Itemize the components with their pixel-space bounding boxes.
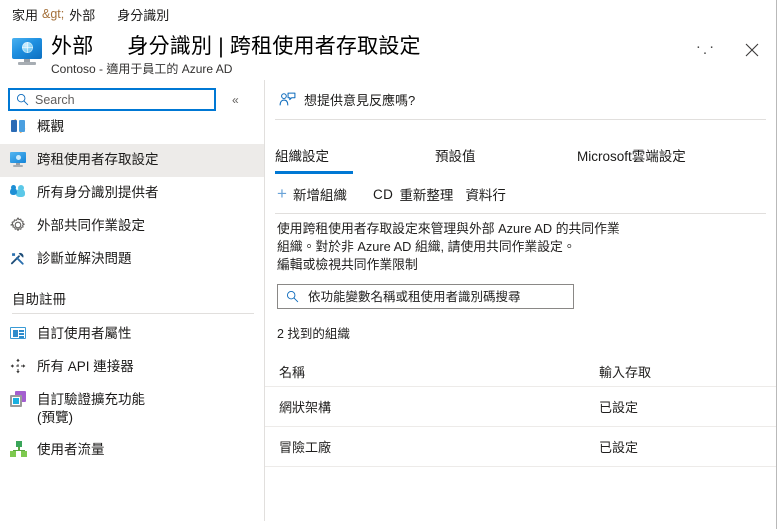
sidebar-item-cross-tenant-access-settings[interactable]: 跨租使用者存取設定: [0, 144, 264, 177]
search-icon: [286, 290, 299, 303]
breadcrumb: 家用 &gt; 外部 身分識別: [0, 0, 776, 28]
sidebar-item-label: 自訂驗證擴充功能 (預覽): [37, 392, 145, 425]
monitor-icon: [10, 151, 27, 168]
tools-icon: [10, 250, 27, 267]
tab-label: Microsoft雲端設定: [577, 149, 686, 164]
add-organization-button[interactable]: + 新增組織: [277, 184, 347, 204]
feedback-icon: [279, 92, 296, 106]
azure-portal-blade: 家用 &gt; 外部 身分識別 外部 身分識別 | 跨租使用者存取設定 Conto…: [0, 0, 777, 529]
description-text: 使用跨租使用者存取設定來管理與外部 Azure AD 的共同作業 組織。對於非 …: [265, 214, 776, 274]
columns-button[interactable]: 資料行: [465, 184, 506, 204]
tree-icon: [10, 441, 27, 458]
sidebar-section-divider: [12, 313, 254, 314]
tab-label: 組織設定: [275, 149, 329, 164]
add-organization-label: 新增組織: [292, 188, 347, 203]
page-title-prefix: 外部: [51, 35, 94, 58]
close-icon: [745, 43, 759, 57]
close-button[interactable]: [738, 36, 766, 64]
page-title-main: 身分識別 | 跨租使用者存取設定: [127, 35, 421, 58]
plus-icon: +: [277, 184, 287, 203]
main-content: 想提供意見反應嗎? 組織設定 預設值 Microsoft雲端設定 + 新增組織 …: [265, 80, 776, 521]
sidebar-item-label: 外部共同作業設定: [37, 218, 145, 233]
sidebar-item-custom-user-attributes[interactable]: 自訂使用者屬性: [0, 318, 264, 351]
organization-filter-input[interactable]: [308, 289, 565, 304]
layers-icon: [10, 391, 27, 408]
people-icon: [10, 184, 27, 201]
gear-icon: [10, 217, 27, 234]
description-line-1: 使用跨租使用者存取設定來管理與外部 Azure AD 的共同作業: [277, 221, 620, 236]
overview-icon: [10, 118, 27, 135]
organizations-table: 名稱 輸入存取 網狀架構 已設定 冒險工廠 已設定: [265, 356, 776, 467]
blade-header-actions: · · ·: [692, 36, 766, 64]
cell-organization-name: 冒險工廠: [279, 440, 332, 455]
command-bar: + 新增組織 CD 重新整理 資料行: [265, 174, 776, 213]
sidebar-section-self-service-signup: 自助註冊: [12, 292, 66, 307]
sidebar-item-label: 概觀: [37, 119, 64, 134]
tab-active-underline: [275, 171, 353, 174]
search-icon: [16, 93, 29, 106]
filter-row: [265, 274, 776, 309]
sidebar-search-row: «: [0, 84, 264, 111]
breadcrumb-home[interactable]: 家用: [12, 5, 38, 24]
sidebar-item-external-collaboration-settings[interactable]: 外部共同作業設定: [0, 210, 264, 243]
sidebar-item-overview[interactable]: 概觀: [0, 111, 264, 144]
refresh-label: 重新整理: [399, 188, 454, 203]
move-icon: [10, 358, 27, 375]
sidebar-item-custom-authentication-extensions[interactable]: 自訂驗證擴充功能 (預覽): [0, 384, 264, 434]
column-header-inbound-access[interactable]: 輸入存取: [597, 356, 776, 387]
sidebar-item-label: 自訂使用者屬性: [37, 326, 132, 341]
page-subtitle: Contoso - 適用于員工的 Azure AD: [51, 62, 233, 76]
sidebar-item-user-flows[interactable]: 使用者流量: [0, 434, 264, 467]
blade-body: « 概觀 跨租使用者存取設定 所有身分識別提供: [0, 80, 776, 521]
refresh-button[interactable]: CD 重新整理: [373, 184, 454, 204]
table-body: 網狀架構 已設定 冒險工廠 已設定: [265, 386, 776, 467]
breadcrumb-separator: &gt;: [42, 7, 65, 21]
cell-inbound-access: 已設定: [599, 440, 639, 455]
tab-microsoft-cloud-settings[interactable]: Microsoft雲端設定: [577, 145, 686, 174]
tab-organization-settings[interactable]: 組織設定: [275, 145, 435, 174]
external-identities-monitor-icon: [12, 36, 42, 66]
tab-list: 組織設定 預設值 Microsoft雲端設定: [265, 120, 776, 174]
column-header-name[interactable]: 名稱: [265, 356, 597, 387]
cell-inbound-access: 已設定: [599, 400, 639, 415]
sidebar-item-all-identity-providers[interactable]: 所有身分識別提供者: [0, 177, 264, 210]
tab-label: 預設值: [435, 149, 476, 164]
cell-organization-name: 網狀架構: [279, 400, 332, 415]
id-card-icon: [10, 325, 27, 342]
collapse-sidebar-button[interactable]: «: [228, 92, 243, 108]
sidebar-item-label: 診斷並解決問題: [37, 251, 132, 266]
page-title: 外部 身分識別 | 跨租使用者存取設定: [51, 33, 421, 60]
blade-title-group: 外部 身分識別 | 跨租使用者存取設定 Contoso - 適用于員工的 Azur…: [51, 32, 421, 77]
sidebar: « 概觀 跨租使用者存取設定 所有身分識別提供: [0, 80, 265, 521]
refresh-icon: CD: [372, 186, 394, 202]
sidebar-item-label: 所有 API 連接器: [37, 359, 134, 374]
breadcrumb-parent[interactable]: 外部: [69, 5, 95, 24]
sidebar-search-box[interactable]: [8, 88, 216, 111]
feedback-button[interactable]: 想提供意見反應嗎?: [265, 80, 776, 119]
table-row[interactable]: 冒險工廠 已設定: [265, 426, 776, 467]
sidebar-item-label: 所有身分識別提供者: [37, 185, 159, 200]
result-count: 2 找到的組織: [277, 327, 350, 341]
breadcrumb-current: 身分識別: [117, 7, 170, 23]
table-row[interactable]: 網狀架構 已設定: [265, 386, 776, 427]
organization-filter-box[interactable]: [277, 284, 574, 309]
sidebar-item-diagnose-and-solve-problems[interactable]: 診斷並解決問題: [0, 243, 264, 276]
sidebar-item-all-api-connectors[interactable]: 所有 API 連接器: [0, 351, 264, 384]
sidebar-item-label: 跨租使用者存取設定: [37, 152, 159, 167]
search-input[interactable]: [35, 92, 208, 107]
description-line-2: 組織。對於非 Azure AD 組織, 請使用共同作業設定。: [277, 239, 576, 254]
tab-default-settings[interactable]: 預設值: [435, 145, 577, 174]
table-head: 名稱 輸入存取: [265, 356, 776, 387]
collaboration-restrictions-link[interactable]: 編輯或檢視共同作業限制: [277, 257, 418, 272]
ellipsis-icon: · · ·: [695, 38, 717, 61]
feedback-label: 想提供意見反應嗎?: [304, 93, 416, 108]
blade-header: 外部 身分識別 | 跨租使用者存取設定 Contoso - 適用于員工的 Azur…: [0, 28, 776, 80]
table-header-row: 名稱 輸入存取: [265, 356, 776, 387]
columns-label: 資料行: [465, 188, 506, 203]
more-options-button[interactable]: · · ·: [692, 36, 720, 64]
sidebar-item-label: 使用者流量: [37, 442, 105, 457]
